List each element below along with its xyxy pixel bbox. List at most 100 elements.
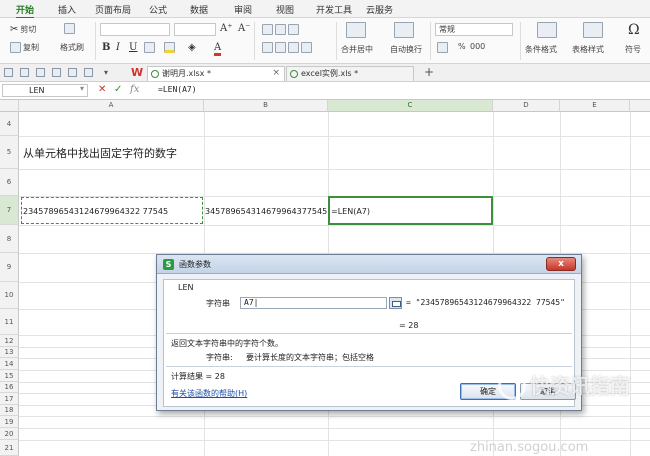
function-name: LEN — [178, 283, 194, 292]
collapse-dialog-button[interactable] — [389, 297, 402, 309]
result-preview: = 28 — [399, 321, 419, 330]
undo-icon[interactable] — [68, 68, 77, 77]
col-header-d[interactable]: D — [493, 100, 560, 112]
row-header[interactable]: 6 — [0, 169, 19, 196]
format-painter-button[interactable]: 格式刷 — [60, 42, 84, 53]
cell-a5[interactable]: 从单元格中找出固定字符的数字 — [23, 145, 177, 161]
open-icon[interactable] — [4, 68, 13, 77]
comma-button[interactable]: 000 — [470, 42, 485, 51]
align-left-icon[interactable] — [262, 42, 312, 53]
name-box[interactable]: LEN — [2, 84, 88, 97]
tab-page-layout[interactable]: 页面布局 — [95, 3, 131, 16]
row-header[interactable]: 13 — [0, 347, 19, 358]
brush-icon — [64, 23, 75, 34]
formula-input[interactable]: =LEN(A7) — [158, 85, 197, 94]
number-format-dropdown[interactable]: 常规 — [435, 23, 513, 36]
tab-data[interactable]: 数据 — [190, 3, 208, 16]
align-top-icon[interactable] — [262, 24, 299, 35]
table-style-icon — [583, 22, 603, 38]
fill-bucket-button[interactable]: ◈ — [188, 42, 196, 53]
preview-icon[interactable] — [52, 68, 61, 77]
row-header[interactable]: 9 — [0, 253, 19, 282]
save-icon[interactable] — [20, 68, 29, 77]
confirm-icon[interactable]: ✓ — [114, 84, 122, 95]
font-color-icon: A — [214, 42, 222, 56]
dialog-close-button[interactable]: x — [546, 257, 576, 271]
bold-button[interactable]: B — [102, 42, 110, 53]
doc-tab-2-label: excel实例.xls * — [301, 69, 359, 78]
doc-tab-2[interactable]: excel实例.xls * — [286, 66, 414, 81]
copy-icon — [10, 42, 21, 53]
arg-label: 字符串 — [206, 299, 230, 308]
row-header[interactable]: 4 — [0, 112, 19, 136]
conditional-format-label: 条件格式 — [525, 45, 557, 54]
row-header[interactable]: 12 — [0, 335, 19, 347]
italic-button[interactable]: I — [116, 42, 120, 53]
table-style-button[interactable]: 表格样式 — [572, 44, 604, 55]
fill-icon — [164, 42, 175, 53]
currency-icon[interactable] — [437, 42, 448, 53]
corner-select-all[interactable] — [0, 100, 19, 112]
tab-formulas[interactable]: 公式 — [149, 3, 167, 16]
row-header[interactable]: 8 — [0, 225, 19, 253]
fx-icon[interactable]: fx — [130, 84, 139, 95]
row-header[interactable]: 17 — [0, 393, 19, 405]
font-size-dropdown[interactable] — [174, 23, 216, 36]
cancel-icon[interactable]: ✕ — [98, 84, 106, 95]
arg-input[interactable]: A7| — [240, 297, 387, 309]
close-icon[interactable]: × — [272, 67, 280, 80]
copy-button[interactable]: 复制 — [10, 42, 39, 53]
row-header[interactable]: 21 — [0, 440, 19, 456]
tab-review[interactable]: 审阅 — [234, 3, 252, 16]
merge-center-button[interactable]: 合并居中 — [341, 44, 373, 55]
conditional-format-button[interactable]: 条件格式 — [525, 44, 557, 55]
row-header[interactable]: 5 — [0, 136, 19, 169]
col-header-b[interactable]: B — [204, 100, 328, 112]
col-header-e[interactable]: E — [560, 100, 630, 112]
wrap-text-button[interactable]: 自动换行 — [390, 44, 422, 55]
doc-tab-1[interactable]: 谢明月.xlsx * × — [147, 66, 285, 81]
watermark-url: zhinan.sogou.com — [470, 440, 589, 455]
font-name-dropdown[interactable] — [100, 23, 170, 36]
conditional-format-icon — [537, 22, 557, 38]
tab-cloud[interactable]: 云服务 — [366, 3, 393, 16]
row-header[interactable]: 16 — [0, 382, 19, 393]
border-button[interactable] — [144, 42, 155, 53]
sheet-icon — [290, 70, 298, 78]
table-style-label: 表格样式 — [572, 45, 604, 54]
tab-developer[interactable]: 开发工具 — [316, 3, 352, 16]
row-header[interactable]: 19 — [0, 416, 19, 428]
symbol-label: 符号 — [625, 45, 641, 54]
font-color-button[interactable]: A — [214, 42, 222, 56]
row-header[interactable]: 10 — [0, 282, 19, 309]
tab-home[interactable]: 开始 — [16, 3, 35, 19]
font-shrink-button[interactable]: A⁻ — [238, 23, 251, 34]
symbol-button[interactable]: 符号 — [625, 44, 641, 55]
row-header[interactable]: 11 — [0, 309, 19, 335]
row-header[interactable]: 20 — [0, 428, 19, 440]
chevron-down-icon[interactable]: ▾ — [104, 68, 113, 77]
underline-button[interactable]: U — [129, 42, 137, 53]
percent-button[interactable]: % — [458, 42, 466, 51]
dialog-title-bar[interactable]: S 函数参数 x — [157, 255, 581, 274]
dialog-title: 函数参数 — [179, 260, 211, 269]
tab-insert[interactable]: 插入 — [58, 3, 76, 16]
help-link[interactable]: 有关该函数的帮助(H) — [171, 388, 247, 399]
chevron-down-icon[interactable]: ▾ — [80, 84, 84, 93]
row-header[interactable]: 14 — [0, 358, 19, 370]
fill-color-button[interactable] — [164, 42, 175, 53]
print-icon[interactable] — [36, 68, 45, 77]
col-header-a[interactable]: A — [19, 100, 204, 112]
row-header[interactable]: 18 — [0, 405, 19, 416]
tab-view[interactable]: 视图 — [276, 3, 294, 16]
cut-button[interactable]: ✂ 剪切 — [10, 24, 36, 35]
redo-icon[interactable] — [84, 68, 93, 77]
row-header[interactable]: 15 — [0, 370, 19, 382]
col-header-c[interactable]: C — [328, 100, 493, 112]
cell-b7[interactable]: 345789654314679964377545 — [205, 207, 327, 216]
bucket-icon: ◈ — [188, 42, 196, 53]
font-grow-button[interactable]: A⁺ — [220, 23, 233, 34]
new-tab-icon[interactable]: + — [424, 65, 434, 79]
row-header[interactable]: 7 — [0, 196, 19, 225]
border-icon — [144, 42, 155, 53]
